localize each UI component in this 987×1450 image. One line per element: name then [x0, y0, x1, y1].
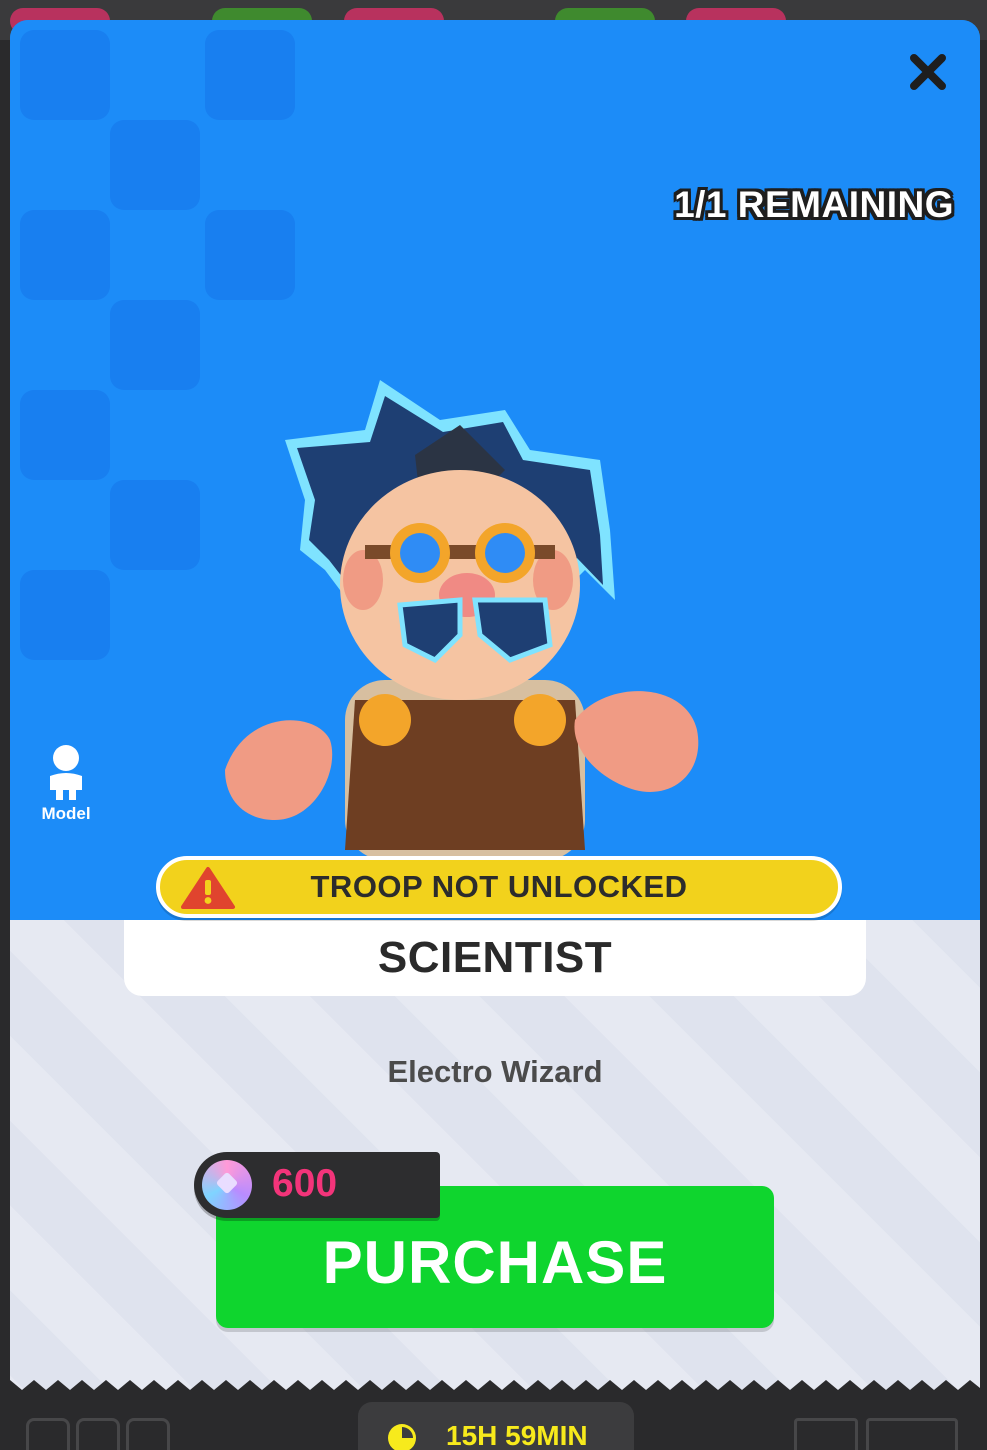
background-tile [20, 30, 110, 120]
gem-icon [202, 1160, 252, 1210]
scientist-character-image [225, 380, 699, 860]
offer-timer: 15H 59MIN [358, 1402, 634, 1450]
background-tile [110, 120, 200, 210]
background-tile [110, 480, 200, 570]
shop-item-modal: 1/1 REMAINING Model SCIENTIST TROOP NOT … [10, 20, 980, 1450]
purchase-label: PURCHASE [322, 1228, 668, 1296]
price-amount: 600 [272, 1162, 338, 1205]
clock-icon [388, 1424, 416, 1450]
troop-name-card: SCIENTIST [124, 920, 866, 996]
troop-name: SCIENTIST [377, 933, 613, 982]
price-tag: 600 [194, 1152, 440, 1218]
background-tile [205, 210, 295, 300]
barcode-icon [866, 1418, 958, 1450]
timer-text: 15H 59MIN [446, 1420, 588, 1450]
background-tile [110, 300, 200, 390]
card-icon [794, 1418, 858, 1450]
background-tile [20, 570, 110, 660]
troop-description: Electro Wizard [387, 1054, 603, 1089]
close-button[interactable] [904, 48, 952, 96]
recycle-icon [26, 1418, 70, 1450]
person-icon [50, 745, 82, 800]
close-icon [910, 54, 946, 90]
remaining-count: 1/1 REMAINING [674, 184, 954, 225]
character-preview-area: 1/1 REMAINING Model [10, 20, 980, 920]
background-tile [20, 210, 110, 300]
warning-text: TROOP NOT UNLOCKED [310, 869, 688, 904]
face-icon [126, 1418, 170, 1450]
model-view-button[interactable]: Model [30, 744, 102, 834]
warning-icon [181, 867, 235, 909]
torn-edge-divider [10, 1380, 980, 1400]
background-tile [20, 390, 110, 480]
locked-warning-banner: TROOP NOT UNLOCKED [156, 856, 842, 918]
background-tile [205, 30, 295, 120]
upgrade-arrows-icon [76, 1418, 120, 1450]
model-label: Model [41, 804, 91, 823]
